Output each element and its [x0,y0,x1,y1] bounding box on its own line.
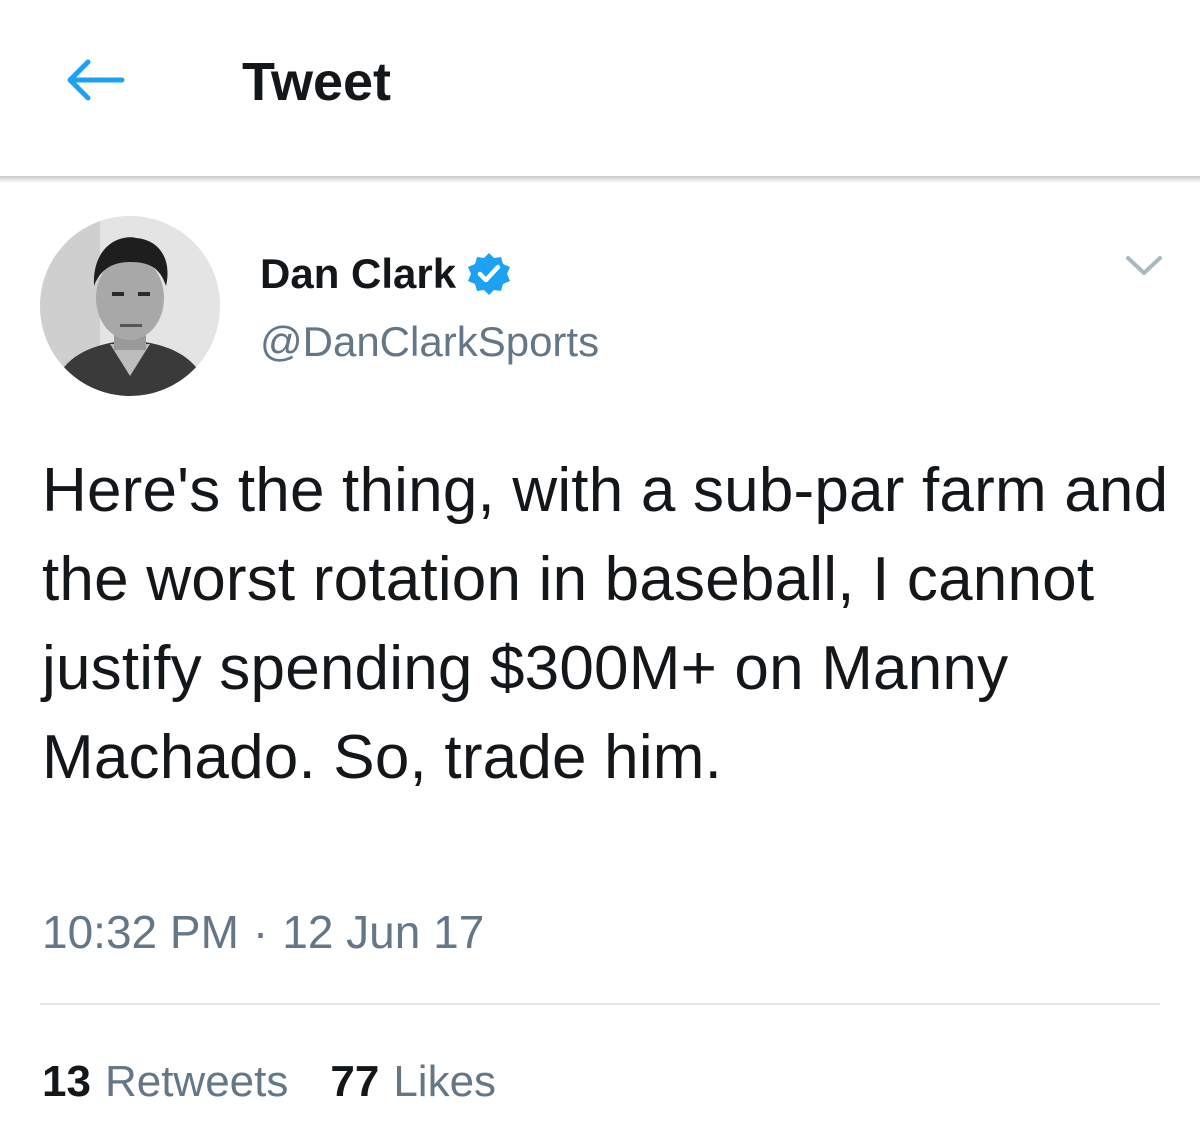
divider [40,1003,1160,1005]
chevron-down-icon [1126,256,1162,275]
author-handle[interactable]: @DanClarkSports [260,316,599,368]
author-name-row[interactable]: Dan Clark [260,248,512,300]
page-title: Tweet [242,52,392,112]
author-display-name[interactable]: Dan Clark [260,248,456,300]
tweet-stats: 13 Retweets 77 Likes [42,1054,496,1110]
retweets-count: 13 [42,1057,91,1106]
likes-label: Likes [393,1057,497,1106]
retweets-stat[interactable]: 13 Retweets [42,1054,288,1110]
header-divider [0,176,1200,183]
likes-stat[interactable]: 77 Likes [330,1054,496,1110]
arrow-left-icon [67,59,125,101]
back-button[interactable] [56,50,132,110]
tweet-text: Here's the thing, with a sub-par farm an… [42,456,1169,792]
user-avatar-icon [40,216,220,396]
timestamp-separator: · [252,906,269,958]
avatar[interactable] [40,216,220,396]
retweets-label: Retweets [104,1057,289,1106]
likes-count: 77 [330,1057,380,1106]
verified-badge-icon [466,251,512,297]
tweet-menu-button[interactable] [1120,246,1168,286]
tweet-time: 10:32 PM [42,906,239,958]
tweet-detail-screen: Tweet Dan Clark @DanClarkSports Here's t… [0,0,1200,1141]
tweet-timestamp: 10:32 PM · 12 Jun 17 [42,904,484,960]
top-app-bar: Tweet [0,0,1200,176]
tweet-date: 12 Jun 17 [282,906,485,958]
